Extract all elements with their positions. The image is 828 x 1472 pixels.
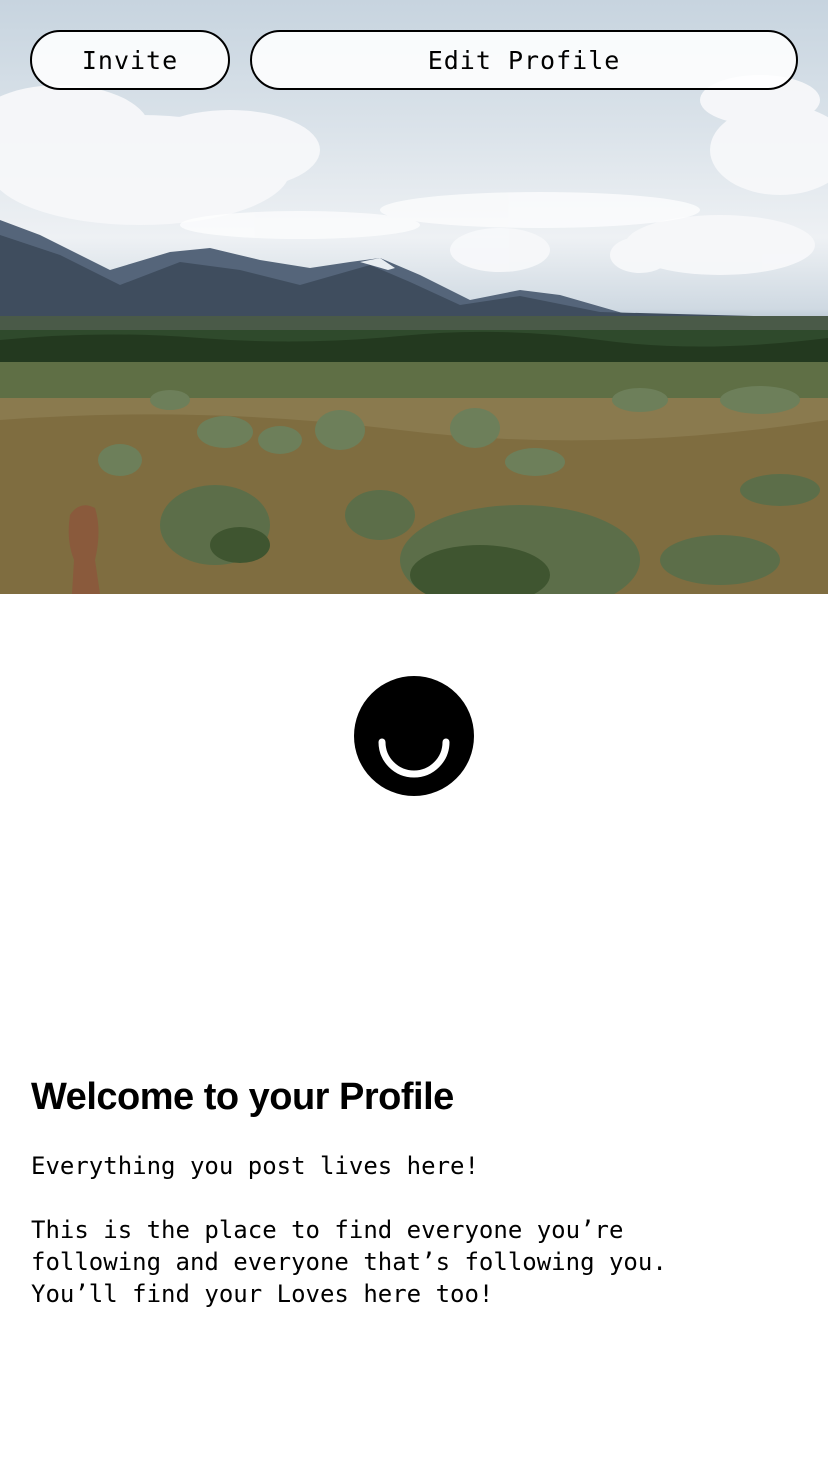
welcome-title: Welcome to your Profile	[31, 1076, 454, 1118]
invite-button[interactable]: Invite	[30, 30, 230, 90]
welcome-line-1: Everything you post lives here!	[31, 1152, 479, 1180]
smiley-avatar-icon	[378, 738, 450, 778]
welcome-paragraph-2: This is the place to find everyone you’r…	[31, 1216, 667, 1308]
profile-actions: Invite Edit Profile	[30, 30, 798, 90]
avatar[interactable]	[354, 676, 474, 796]
welcome-section: Welcome to your Profile Everything you p…	[31, 1074, 801, 1310]
edit-profile-button[interactable]: Edit Profile	[250, 30, 798, 90]
